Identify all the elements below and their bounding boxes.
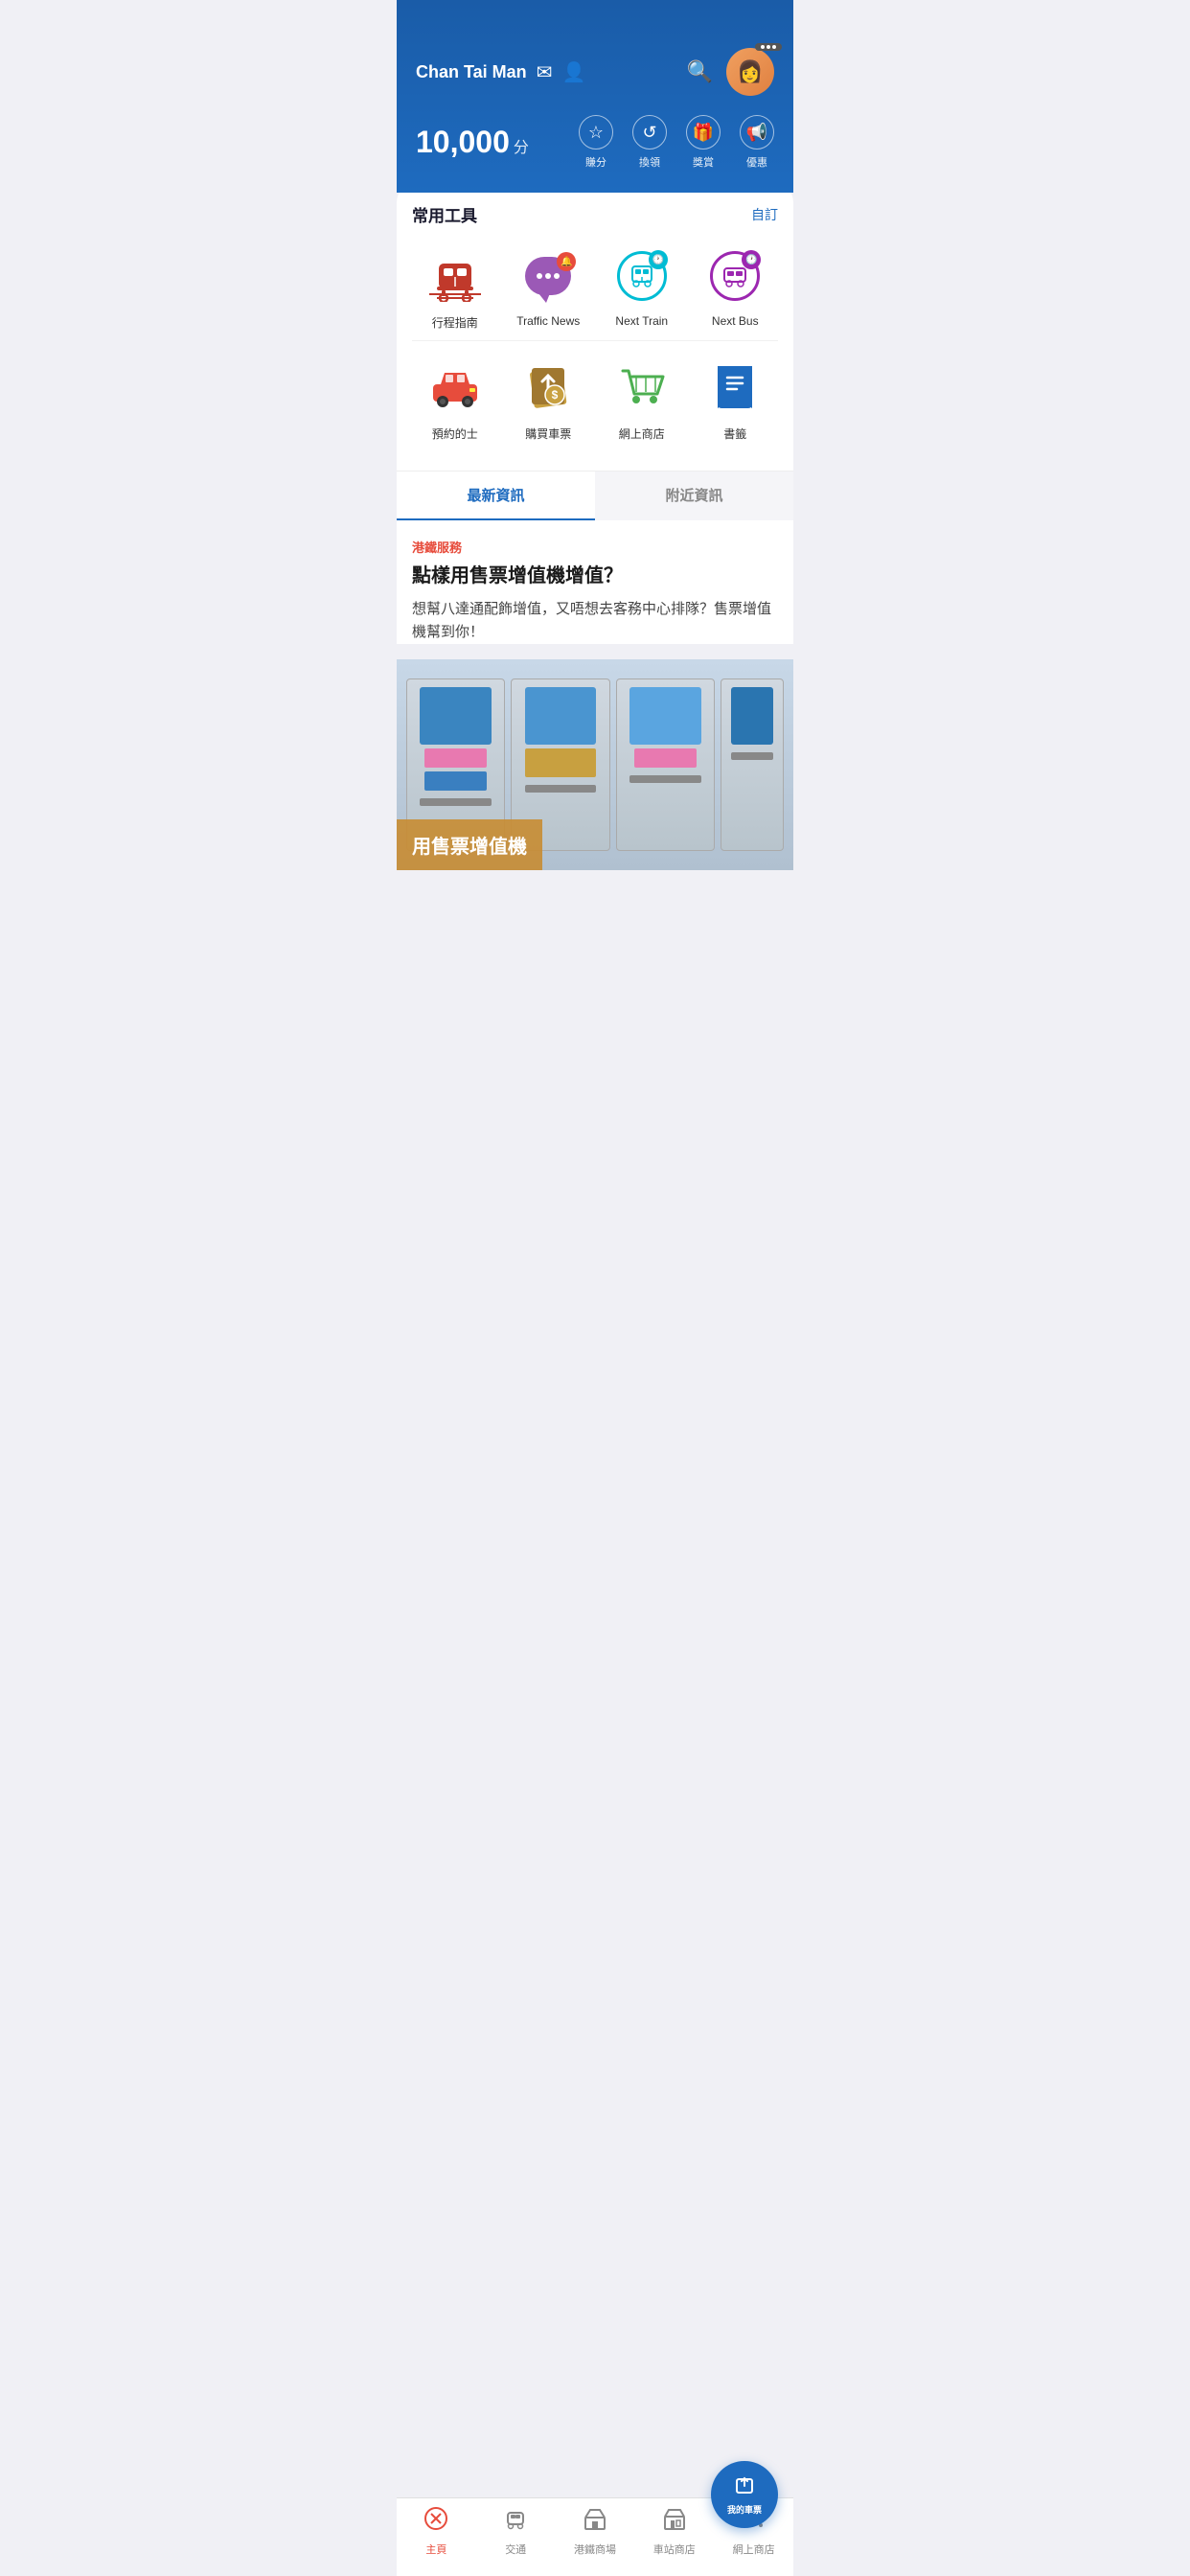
action-earn[interactable]: ☆ 賺分 xyxy=(579,115,613,170)
station-shop-label: 車站商店 xyxy=(653,2542,696,2557)
station-shop-icon xyxy=(662,2506,687,2538)
points-section: 10,000 分 xyxy=(416,125,529,160)
customize-button[interactable]: 自訂 xyxy=(751,205,778,224)
transport-label: 交通 xyxy=(505,2542,526,2557)
news-tabs: 最新資訊 附近資訊 xyxy=(397,471,793,520)
tool-taxi[interactable]: 預約的士 xyxy=(412,356,498,442)
points-number: 10,000 xyxy=(416,125,510,160)
news-title: 點樣用售票增值機增值？ xyxy=(412,564,778,588)
notification-badge: 🔔 xyxy=(557,252,576,271)
news-image-overlay: 用售票增值機 xyxy=(397,819,542,870)
chat-badge xyxy=(755,43,782,51)
traffic-icon-wrapper: 🔔 xyxy=(517,245,579,307)
svg-text:$: $ xyxy=(552,388,559,402)
journey-label: 行程指南 xyxy=(432,314,478,331)
tool-traffic[interactable]: 🔔 Traffic News xyxy=(506,245,592,331)
redeem-icon: ↺ xyxy=(632,115,667,150)
news-category: 港鐵服務 xyxy=(412,538,778,556)
profile-icon[interactable]: 👤 xyxy=(561,60,585,84)
next-train-icon: 🕐 xyxy=(617,251,667,301)
news-image[interactable]: 用售票增值機 xyxy=(397,659,793,870)
bus-clock-icon: 🕐 xyxy=(742,250,761,269)
tools-grid-row2: 預約的士 $ 購買車票 xyxy=(412,356,778,442)
next-bus-icon-wrapper: 🕐 xyxy=(704,245,766,307)
bookmark-label: 書籤 xyxy=(723,426,746,442)
tools-grid-row1: 行程指南 🔔 Traffic News xyxy=(412,245,778,331)
taxi-icon-wrapper xyxy=(424,356,486,418)
tool-shop[interactable]: 網上商店 xyxy=(599,356,685,442)
traffic-label: Traffic News xyxy=(516,314,580,328)
news-content: 港鐵服務 點樣用售票增值機增值？ 想幫八達通配飾增值，又唔想去客務中心排隊？售票… xyxy=(397,520,793,644)
tab-latest-news[interactable]: 最新資訊 xyxy=(397,472,595,520)
tools-title: 常用工具 xyxy=(412,202,477,226)
fab-icon xyxy=(734,2474,755,2501)
mail-icon[interactable]: ✉ xyxy=(537,60,553,84)
reward-label: 獎賞 xyxy=(693,154,714,170)
ticket-icon-wrapper: $ xyxy=(517,356,579,418)
header-left: Chan Tai Man ✉ 👤 xyxy=(416,60,585,84)
header-top-row: Chan Tai Man ✉ 👤 🔍 👩 xyxy=(416,48,774,96)
earn-icon: ☆ xyxy=(579,115,613,150)
tool-ticket[interactable]: $ 購買車票 xyxy=(506,356,592,442)
shopping-cart-icon xyxy=(617,363,667,411)
machine-4 xyxy=(721,678,784,851)
points-unit: 分 xyxy=(514,134,529,157)
promo-icon: 📢 xyxy=(740,115,774,150)
next-bus-icon: 🕐 xyxy=(710,251,760,301)
taxi-label: 預約的士 xyxy=(432,426,478,442)
nav-station-shop[interactable]: 車站商店 xyxy=(634,2506,714,2557)
next-train-label: Next Train xyxy=(615,314,668,328)
tool-next-train[interactable]: 🕐 Next Train xyxy=(599,245,685,331)
tools-header: 常用工具 自訂 xyxy=(412,202,778,226)
mall-label: 港鐵商場 xyxy=(574,2542,616,2557)
nav-mall[interactable]: 港鐵商場 xyxy=(556,2506,635,2557)
fab-label: 我的車票 xyxy=(727,2503,762,2516)
bookmark-icon-wrapper xyxy=(704,356,766,418)
next-bus-label: Next Bus xyxy=(712,314,759,328)
machine-3 xyxy=(616,678,715,851)
promo-label: 優惠 xyxy=(746,154,767,170)
header: Chan Tai Man ✉ 👤 🔍 👩 10,000 分 ☆ 賺分 xyxy=(397,0,793,193)
clock-icon: 🕐 xyxy=(649,250,668,269)
action-promo[interactable]: 📢 優惠 xyxy=(740,115,774,170)
tools-section: 常用工具 自訂 xyxy=(397,183,793,471)
online-shop-label: 網上商店 xyxy=(733,2542,775,2557)
transport-icon xyxy=(503,2506,528,2538)
reward-icon: 🎁 xyxy=(686,115,721,150)
tab-nearby-news[interactable]: 附近資訊 xyxy=(595,472,793,520)
fab-my-ticket[interactable]: 我的車票 xyxy=(711,2461,778,2528)
header-actions: ☆ 賺分 ↺ 換領 🎁 獎賞 📢 優惠 xyxy=(579,115,774,170)
news-description: 想幫八達通配飾增值，又唔想去客務中心排隊？售票增值機幫到你！ xyxy=(412,598,778,644)
tool-next-bus[interactable]: 🕐 Next Bus xyxy=(693,245,779,331)
earn-label: 賺分 xyxy=(585,154,606,170)
tools-divider xyxy=(412,340,778,341)
redeem-label: 換領 xyxy=(639,154,660,170)
next-train-icon-wrapper: 🕐 xyxy=(611,245,673,307)
header-bottom-row: 10,000 分 ☆ 賺分 ↺ 換領 🎁 獎賞 📢 優惠 xyxy=(416,115,774,170)
ticket-label: 購買車票 xyxy=(525,426,571,442)
train-icon xyxy=(429,250,481,302)
nav-home[interactable]: 主頁 xyxy=(397,2506,476,2557)
header-right: 🔍 👩 xyxy=(687,48,774,96)
shop-icon-wrapper xyxy=(611,356,673,418)
tool-journey[interactable]: 行程指南 xyxy=(412,245,498,331)
news-image-text: 用售票增值機 xyxy=(412,837,527,858)
bookmark-icon xyxy=(714,362,756,412)
taxi-icon xyxy=(429,367,481,407)
avatar-image: 👩 xyxy=(726,48,774,96)
username-label: Chan Tai Man xyxy=(416,62,527,82)
home-icon xyxy=(423,2506,448,2538)
tool-bookmark[interactable]: 書籤 xyxy=(693,356,779,442)
traffic-bubble-icon: 🔔 xyxy=(525,257,571,295)
home-label: 主頁 xyxy=(425,2542,446,2557)
journey-icon-wrapper xyxy=(424,245,486,307)
ticket-purchase-icon: $ xyxy=(524,362,572,412)
mall-icon xyxy=(583,2506,607,2538)
search-icon[interactable]: 🔍 xyxy=(687,59,713,84)
shop-label: 網上商店 xyxy=(619,426,665,442)
avatar[interactable]: 👩 xyxy=(726,48,774,96)
action-redeem[interactable]: ↺ 換領 xyxy=(632,115,667,170)
action-reward[interactable]: 🎁 獎賞 xyxy=(686,115,721,170)
nav-transport[interactable]: 交通 xyxy=(476,2506,556,2557)
